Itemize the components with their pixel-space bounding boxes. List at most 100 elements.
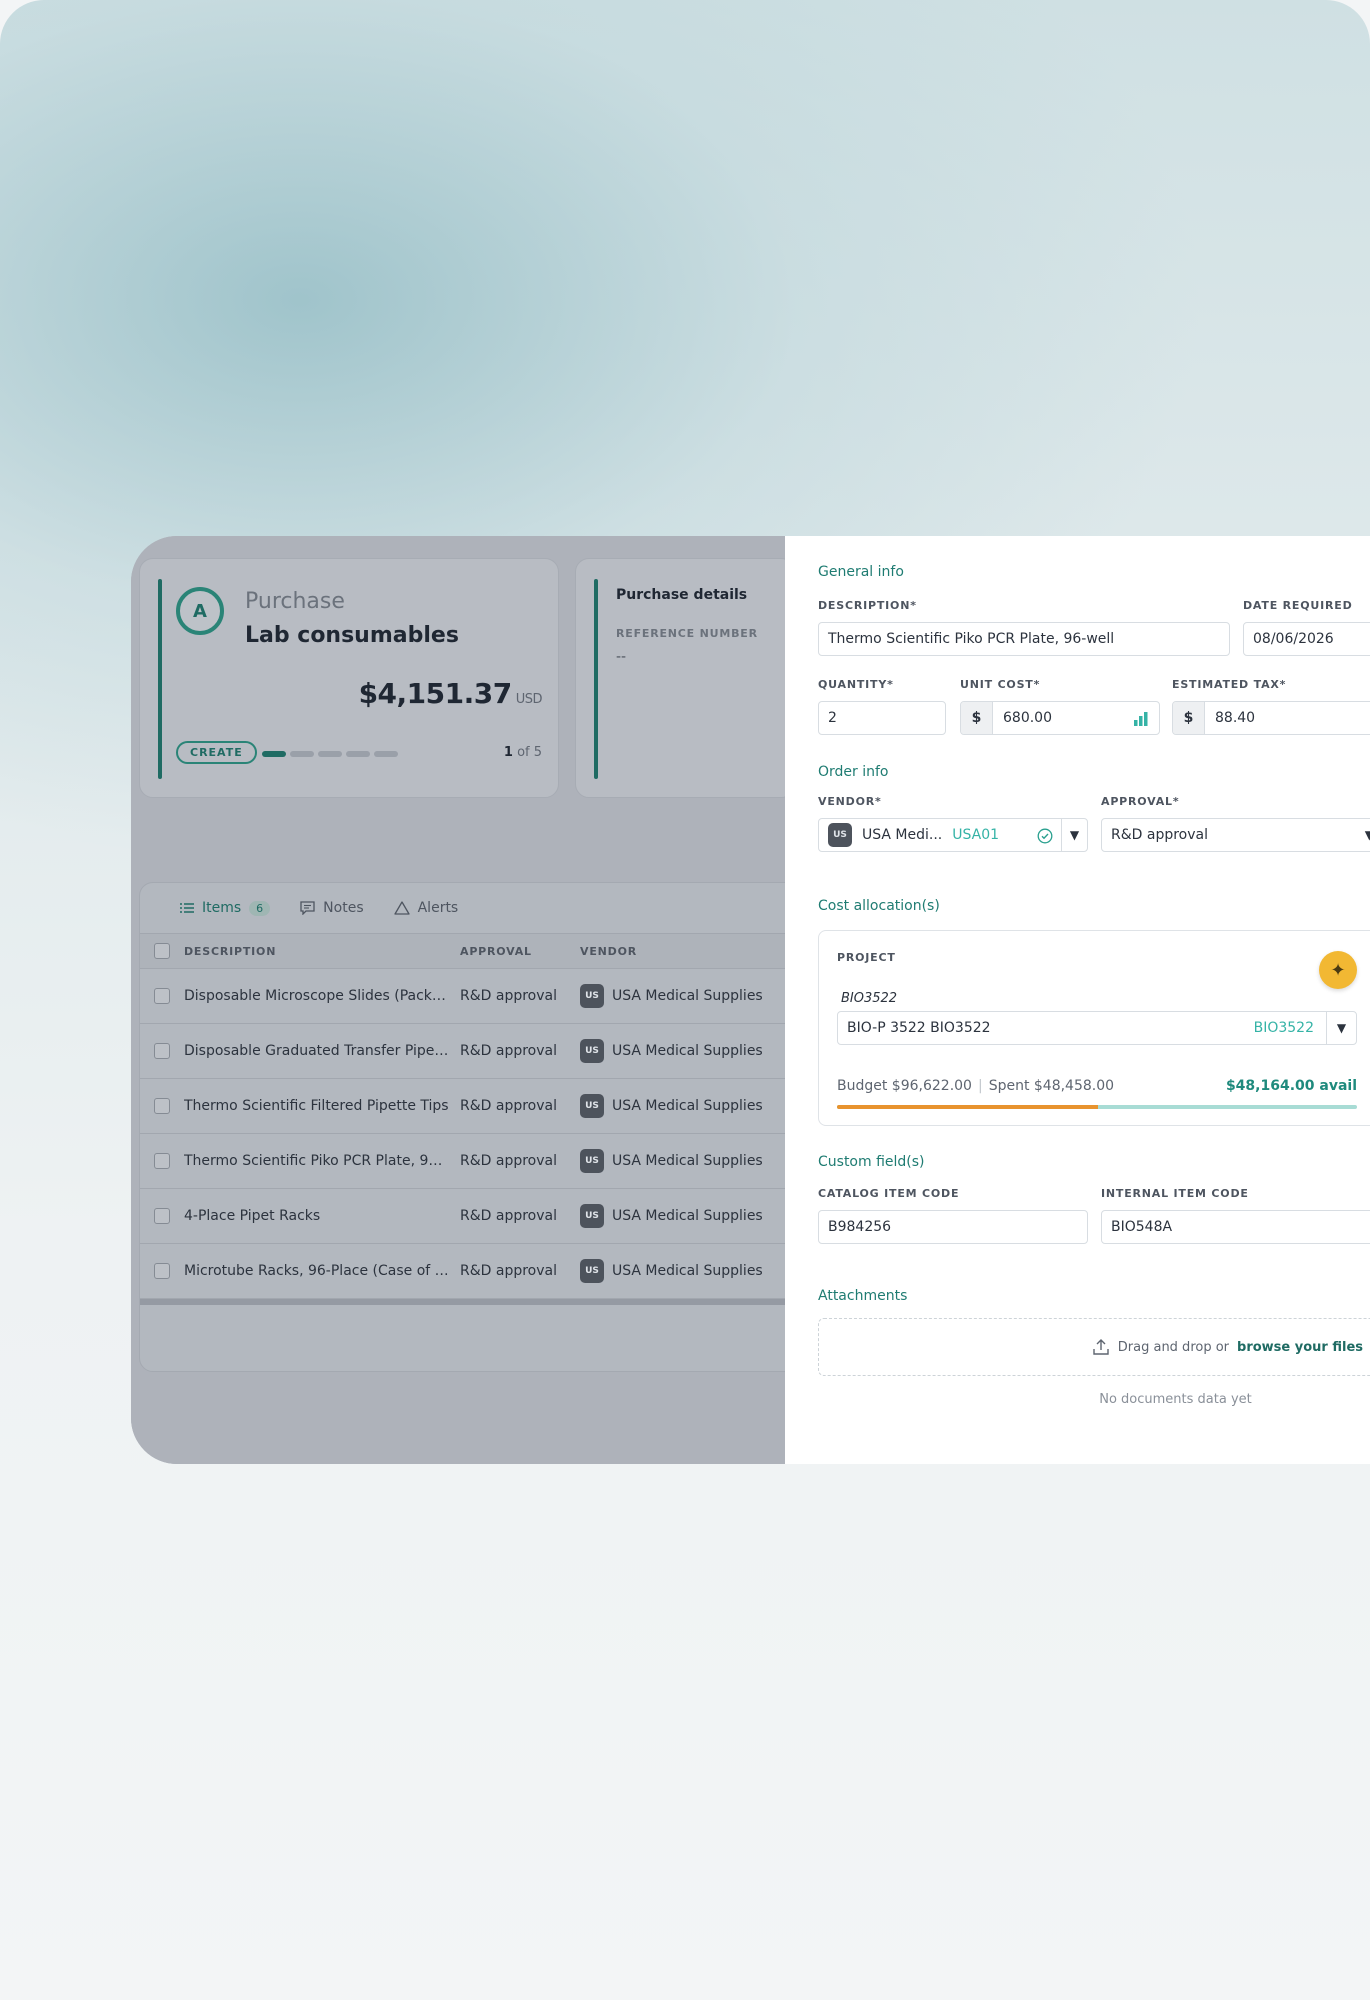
step-segment bbox=[262, 751, 286, 757]
budget-summary: Budget $96,622.00 | Spent $48,458.00 $48,1… bbox=[837, 1078, 1357, 1094]
row-checkbox[interactable] bbox=[154, 1043, 170, 1059]
quantity-field[interactable]: 2 bbox=[818, 701, 946, 735]
unit-cost-field[interactable]: $ 680.00 bbox=[960, 701, 1160, 735]
chevron-down-icon: ▼ bbox=[1069, 828, 1080, 842]
chat-icon bbox=[300, 901, 315, 915]
project-value: BIO-P 3522 BIO3522 bbox=[847, 1020, 991, 1036]
date-value: 08/06/2026 bbox=[1253, 631, 1334, 647]
reference-value: -- bbox=[616, 649, 627, 665]
row-checkbox[interactable] bbox=[154, 988, 170, 1004]
vendor-tag: US bbox=[580, 1039, 604, 1063]
project-select[interactable]: BIO-P 3522 BIO3522 BIO3522 ▼ bbox=[837, 1011, 1357, 1045]
purchase-details-panel: Purchase details REFERENCE NUMBER -- bbox=[575, 558, 795, 798]
price-history-icon[interactable] bbox=[1133, 711, 1149, 727]
catalog-code-value: B984256 bbox=[828, 1219, 892, 1235]
estimated-tax-label: ESTIMATED TAX* bbox=[1172, 678, 1286, 691]
tab-items[interactable]: Items 6 bbox=[180, 900, 271, 916]
row-vendor: US USA Medical Supplies bbox=[580, 984, 798, 1008]
no-documents-message: No documents data yet bbox=[1099, 1392, 1252, 1407]
row-description: Microtube Racks, 96-Place (Case of 10) bbox=[184, 1263, 458, 1279]
chevron-down-icon: ▼ bbox=[1365, 828, 1370, 842]
vendor-name: USA Medical Supplies bbox=[612, 1098, 763, 1114]
vendor-name: USA Medical Supplies bbox=[612, 1043, 763, 1059]
estimated-tax-label-text: ESTIMATED TAX* bbox=[1172, 678, 1287, 691]
list-icon bbox=[180, 903, 194, 913]
budget-total: Budget $96,622.00 bbox=[837, 1078, 972, 1094]
currency-prefix: $ bbox=[961, 702, 993, 734]
purchase-overview-area: A Purchase Lab consumables $4,151.37 USD … bbox=[131, 536, 799, 1464]
table-row[interactable]: Disposable Graduated Transfer Pipet... R… bbox=[140, 1024, 798, 1079]
row-checkbox[interactable] bbox=[154, 1098, 170, 1114]
vendor-tag: US bbox=[580, 984, 604, 1008]
tab-label: Items bbox=[202, 900, 242, 916]
separator: | bbox=[977, 1078, 983, 1094]
row-checkbox[interactable] bbox=[154, 1208, 170, 1224]
row-vendor: US USA Medical Supplies bbox=[580, 1094, 798, 1118]
table-row[interactable]: 4-Place Pipet Racks R&D approval US USA M… bbox=[140, 1189, 798, 1244]
upload-icon bbox=[1093, 1339, 1109, 1355]
project-tag: BIO3522 bbox=[1253, 1020, 1314, 1036]
date-required-label: DATE REQUIRED bbox=[1243, 599, 1353, 612]
project-dropdown-toggle[interactable]: ▼ bbox=[1326, 1012, 1356, 1044]
row-checkbox[interactable] bbox=[154, 1153, 170, 1169]
date-required-field[interactable]: 08/06/2026 bbox=[1243, 622, 1370, 656]
vendor-dropdown-toggle[interactable]: ▼ bbox=[1061, 819, 1087, 851]
internal-code-field[interactable]: BIO548A bbox=[1101, 1210, 1370, 1244]
items-table-panel: Items 6 Notes Alerts DESCRIPTION APPROVA… bbox=[139, 882, 799, 1372]
row-approval: R&D approval bbox=[460, 1208, 557, 1224]
verified-check-icon bbox=[1037, 828, 1053, 844]
table-header: DESCRIPTION APPROVAL VENDOR bbox=[140, 933, 798, 969]
approval-value: R&D approval bbox=[1111, 827, 1208, 843]
section-custom-fields: Custom field(s) bbox=[818, 1154, 925, 1170]
section-attachments: Attachments bbox=[818, 1288, 908, 1304]
approval-select[interactable]: R&D approval ▼ bbox=[1101, 818, 1370, 852]
budget-progress-bar bbox=[837, 1105, 1357, 1109]
tab-bar: Items 6 Notes Alerts bbox=[140, 883, 798, 933]
vendor-label: VENDOR* bbox=[818, 795, 882, 808]
chevron-down-icon: ▼ bbox=[1336, 1021, 1347, 1035]
horizontal-scrollbar[interactable] bbox=[140, 1299, 798, 1305]
column-header-description[interactable]: DESCRIPTION bbox=[184, 945, 460, 958]
page-title: Lab consumables bbox=[245, 623, 459, 648]
column-header-approval[interactable]: APPROVAL bbox=[460, 945, 580, 958]
description-field[interactable]: Thermo Scientific Piko PCR Plate, 96-wel… bbox=[818, 622, 1230, 656]
ai-suggest-button[interactable]: ✦ bbox=[1319, 951, 1357, 989]
purchase-summary-panel: A Purchase Lab consumables $4,151.37 USD … bbox=[139, 558, 559, 798]
table-row[interactable]: Disposable Microscope Slides (Pack o... … bbox=[140, 969, 798, 1024]
catalog-code-label: CATALOG ITEM CODE bbox=[818, 1187, 960, 1200]
row-approval: R&D approval bbox=[460, 1263, 557, 1279]
background-frame: A Purchase Lab consumables $4,151.37 USD … bbox=[0, 0, 1370, 2000]
catalog-code-field[interactable]: B984256 bbox=[818, 1210, 1088, 1244]
attachment-dropzone[interactable]: Drag and drop or browse your files bbox=[818, 1318, 1370, 1376]
table-row[interactable]: Thermo Scientific Piko PCR Plate, 96-...… bbox=[140, 1134, 798, 1189]
accent-bar bbox=[594, 579, 598, 779]
row-description: Thermo Scientific Piko PCR Plate, 96-... bbox=[184, 1153, 456, 1169]
row-checkbox[interactable] bbox=[154, 1263, 170, 1279]
vendor-name: USA Medical Supplies bbox=[612, 1153, 763, 1169]
vendor-tag: US bbox=[580, 1149, 604, 1173]
table-row[interactable]: Thermo Scientific Filtered Pipette Tips … bbox=[140, 1079, 798, 1134]
drop-text: Drag and drop or bbox=[1117, 1339, 1230, 1355]
amount-currency: USD bbox=[515, 692, 543, 707]
tab-notes[interactable]: Notes bbox=[300, 900, 364, 916]
avatar: A bbox=[176, 587, 224, 635]
estimated-tax-field[interactable]: $ 88.40 bbox=[1172, 701, 1370, 735]
tab-label: Notes bbox=[323, 900, 364, 916]
select-all-checkbox[interactable] bbox=[154, 943, 170, 959]
table-row[interactable]: Microtube Racks, 96-Place (Case of 10) R… bbox=[140, 1244, 798, 1299]
vendor-tag: US bbox=[828, 823, 852, 847]
quantity-value: 2 bbox=[828, 710, 837, 726]
row-description: 4-Place Pipet Racks bbox=[184, 1208, 321, 1224]
unit-cost-label: UNIT COST* bbox=[960, 678, 1041, 691]
row-description: Thermo Scientific Filtered Pipette Tips bbox=[184, 1098, 449, 1114]
budget-spent-fill bbox=[837, 1105, 1098, 1109]
status-badge: CREATE bbox=[176, 741, 257, 764]
row-select-cell bbox=[140, 1043, 184, 1059]
browse-files-link[interactable]: browse your files bbox=[1237, 1340, 1363, 1355]
tab-alerts[interactable]: Alerts bbox=[393, 900, 458, 916]
project-code: BIO3522 bbox=[841, 991, 898, 1006]
column-header-vendor[interactable]: VENDOR bbox=[580, 945, 798, 958]
vendor-select[interactable]: US USA Medi... USA01 ▼ bbox=[818, 818, 1088, 852]
description-value: Thermo Scientific Piko PCR Plate, 96-wel… bbox=[828, 631, 1115, 647]
vendor-code: USA01 bbox=[952, 827, 1000, 843]
